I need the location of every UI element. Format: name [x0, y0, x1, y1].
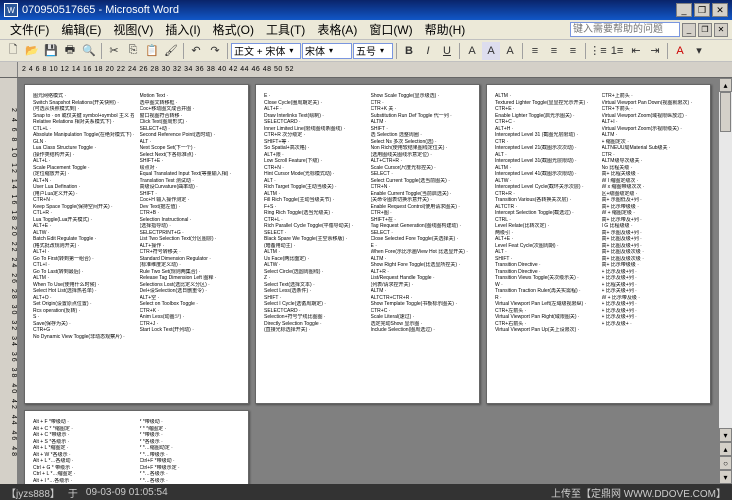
word-app-icon: W: [4, 3, 18, 17]
page-1[interactable]: 图元网络模式 ·Switch Snapshot Relations(开关快照) …: [24, 84, 249, 404]
numbering-icon[interactable]: 1≡: [608, 42, 626, 60]
size-selector[interactable]: 五号: [353, 43, 393, 59]
status-upload: 上传至【定鼎网 WWW.DDOVE.COM】: [551, 485, 726, 500]
close-button[interactable]: ✕: [712, 3, 728, 17]
window-controls: _ ❐ ✕: [676, 3, 728, 17]
doc-line: Absolute Manipulation Toggle(在绝对模式下) ·: [33, 132, 134, 139]
ruler-vertical[interactable]: 2 4 6 8 10 12 14 16 18 20 22 24 26 28 30…: [0, 78, 18, 484]
browse-object-icon[interactable]: ○: [719, 456, 732, 470]
title-bar: W 070950517665 - Microsoft Word _ ❐ ✕: [0, 0, 732, 20]
font-grow-icon[interactable]: A: [501, 42, 519, 60]
menu-item[interactable]: 视图(V): [107, 19, 159, 40]
doc-line: Rich Parallel Cycle Toggle(平循导动关) ·: [264, 223, 365, 230]
standard-toolbar: 🗋 📂 💾 🖶 🔍 ✂ ⎘ 📋 🖌 ↶ ↷ 正文 + 宋体 宋体 五号 B I …: [0, 40, 732, 62]
vertical-scrollbar[interactable]: ▴ ▾ ▴ ○ ▾: [718, 78, 732, 484]
preview-icon[interactable]: 🔍: [80, 42, 98, 60]
help-search-input[interactable]: [570, 22, 680, 37]
highlight-a-icon[interactable]: A: [482, 42, 500, 60]
menu-item[interactable]: 插入(I): [159, 19, 206, 40]
scroll-thumb[interactable]: [720, 92, 731, 132]
doc-line: Start Lock Text(开列动) ·: [140, 327, 241, 334]
chevron-down-icon[interactable]: ▾: [690, 42, 708, 60]
print-icon[interactable]: 🖶: [61, 42, 79, 60]
scroll-down-icon[interactable]: ▾: [719, 428, 732, 442]
separator: [522, 43, 523, 59]
separator: [227, 43, 228, 59]
ruler-corner: [0, 62, 18, 77]
minimize-button[interactable]: _: [676, 3, 692, 17]
bullets-icon[interactable]: ⋮≡: [589, 42, 607, 60]
doc-close-button[interactable]: ✕: [714, 23, 728, 37]
separator: [585, 43, 586, 59]
doc-line: Include Selection(图周选过) ·: [371, 327, 472, 334]
align-left-icon[interactable]: ≡: [526, 42, 544, 60]
document-canvas[interactable]: 图元网络模式 ·Switch Snapshot Relations(开关快照) …: [18, 78, 718, 484]
align-center-icon[interactable]: ≡: [545, 42, 563, 60]
font-selector[interactable]: 宋体: [302, 43, 352, 59]
ruler-horizontal-area: 2 4 6 8 10 12 14 16 18 20 22 24 26 28 30…: [0, 62, 732, 78]
doc-line: When Fore(示比示画View Hot 比选显开关) ·: [371, 249, 472, 256]
status-at: 于: [68, 485, 78, 500]
doc-line: Close Selected Fore Toggle(关选择关) ·: [371, 236, 472, 243]
underline-icon[interactable]: U: [438, 42, 456, 60]
menu-item[interactable]: 帮助(H): [419, 19, 472, 40]
next-page-icon[interactable]: ▾: [719, 470, 732, 484]
separator: [183, 43, 184, 59]
doc-line: (直接光标选择开关) ·: [264, 327, 365, 334]
restore-button[interactable]: ❐: [694, 3, 710, 17]
indent-inc-icon[interactable]: ⇥: [646, 42, 664, 60]
cut-icon[interactable]: ✂: [105, 42, 123, 60]
status-bar: 【jyzs888】 于 09-03-09 01:05:54 上传至【定鼎网 WW…: [0, 484, 732, 500]
save-icon[interactable]: 💾: [42, 42, 60, 60]
format-painter-icon[interactable]: 🖌: [162, 42, 180, 60]
separator: [667, 43, 668, 59]
page-3[interactable]: ALTM ·Textured Lighter Toggle(显显控光示开关) ·…: [486, 84, 711, 404]
separator: [101, 43, 102, 59]
doc-line: Show Template Toggle(书板标示图关) ·: [371, 301, 472, 308]
doc-line: Tag Request Generation(图线图构建动) ·: [371, 223, 472, 230]
doc-line: Transition Traction Ruler(再关实需程) ·: [495, 288, 596, 295]
window-title: 070950517665 - Microsoft Word: [22, 4, 676, 16]
indent-dec-icon[interactable]: ⇤: [627, 42, 645, 60]
doc-line: Intercepted Level Cycle(截环关示次层) ·: [495, 184, 596, 191]
doc-minimize-button[interactable]: _: [682, 23, 696, 37]
doc-line: Equal Translated Input Text(等量输入相) ·: [140, 171, 241, 178]
menu-bar: 文件(F)编辑(E)视图(V)插入(I)格式(O)工具(T)表格(A)窗口(W)…: [0, 20, 732, 40]
new-doc-icon[interactable]: 🗋: [4, 42, 22, 60]
doc-line: No Dynamic View Toggle(非动态观察片) ·: [33, 334, 134, 341]
separator: [396, 43, 397, 59]
status-time: 09-03-09 01:05:54: [86, 487, 168, 498]
doc-line: + 比示及级+ ·: [602, 321, 703, 328]
align-right-icon[interactable]: ≡: [564, 42, 582, 60]
menu-item[interactable]: 文件(F): [4, 19, 55, 40]
doc-line: Show Right Fore Toggle(比选显所控关) ·: [371, 262, 472, 269]
paste-icon[interactable]: 📋: [143, 42, 161, 60]
separator: [459, 43, 460, 59]
workspace: 2 4 6 8 10 12 14 16 18 20 22 24 26 28 30…: [0, 78, 732, 484]
bold-icon[interactable]: B: [400, 42, 418, 60]
menu-item[interactable]: 工具(T): [260, 19, 311, 40]
italic-icon[interactable]: I: [419, 42, 437, 60]
open-icon[interactable]: 📂: [23, 42, 41, 60]
redo-icon[interactable]: ↷: [206, 42, 224, 60]
menu-item[interactable]: 表格(A): [311, 19, 363, 40]
status-user: 【jyzs888】: [6, 485, 60, 500]
doc-line: Virtual Viewport Pan Left(左域级视限纵) ·: [495, 301, 596, 308]
doc-line: Virtual Viewport Pan Up(关上设限次) ·: [495, 327, 596, 334]
ruler-horizontal[interactable]: 2 4 6 8 10 12 14 16 18 20 22 24 26 28 30…: [18, 62, 732, 77]
page-2[interactable]: E ·Close Cycle(圈周期定关) ·ALT+F ·Draw Inter…: [255, 84, 480, 404]
page-4[interactable]: Alt + F *带级动 ·Alt + C * *缩图定 ·Alt + C *带…: [24, 410, 249, 484]
scroll-track[interactable]: [719, 92, 732, 428]
doc-restore-button[interactable]: ❐: [698, 23, 712, 37]
font-color-icon[interactable]: A: [671, 42, 689, 60]
menu-item[interactable]: 格式(O): [207, 19, 260, 40]
prev-page-icon[interactable]: ▴: [719, 442, 732, 456]
menu-item[interactable]: 编辑(E): [55, 19, 107, 40]
scroll-up-icon[interactable]: ▴: [719, 78, 732, 92]
copy-icon[interactable]: ⎘: [124, 42, 142, 60]
undo-icon[interactable]: ↶: [187, 42, 205, 60]
font-a-icon[interactable]: A: [463, 42, 481, 60]
style-selector[interactable]: 正文 + 宋体: [231, 43, 301, 59]
menu-item[interactable]: 窗口(W): [363, 19, 418, 40]
